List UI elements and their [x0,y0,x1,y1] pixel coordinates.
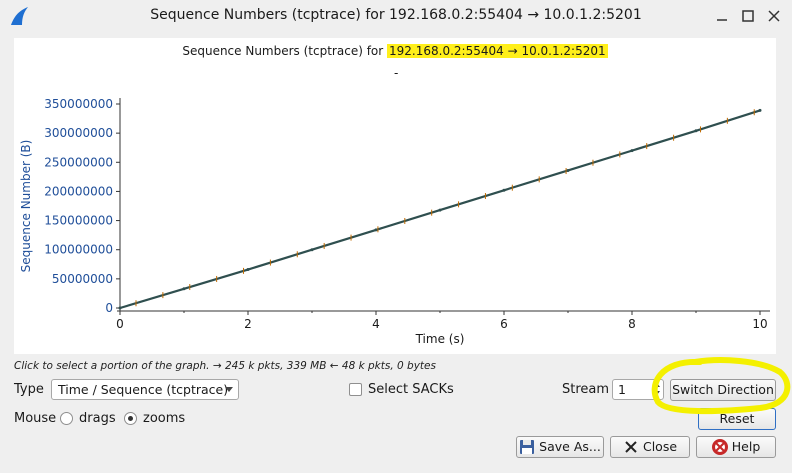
y-tick-label: 0 [105,301,113,315]
stream-value: 1 [618,382,626,397]
minimize-icon[interactable] [712,6,732,26]
y-tick-label: 200000000 [44,184,113,198]
help-label: Help [731,439,761,454]
x-tick-label: 2 [244,317,252,331]
y-tick-label: 350000000 [44,97,113,111]
title-bar: Sequence Numbers (tcptrace) for 192.168.… [0,0,792,32]
spin-up-icon[interactable] [654,383,660,387]
select-sacks-checkbox[interactable] [349,383,362,396]
y-tick-label: 100000000 [44,243,113,257]
save-as-button[interactable]: Save As... [516,436,604,458]
y-tick-label: 250000000 [44,155,113,169]
chevron-down-icon [225,387,233,392]
help-button[interactable]: Help [696,436,776,458]
graph-area[interactable]: Sequence Numbers (tcptrace) for 192.168.… [14,38,776,354]
data-point [502,188,506,192]
data-point [246,268,250,272]
mouse-label: Mouse [14,411,57,426]
data-point [694,129,698,133]
maximize-icon[interactable] [738,6,758,26]
x-tick-label: 0 [116,317,124,331]
zooms-label: zooms [143,411,186,426]
save-as-label: Save As... [539,439,601,454]
type-label: Type [14,382,44,397]
select-sacks-label: Select SACKs [368,382,454,397]
stream-label: Stream [562,382,610,397]
x-tick-label: 10 [752,317,767,331]
status-hint: Click to select a portion of the graph. … [14,360,436,372]
graph-type-value: Time / Sequence (tcptrace) [58,382,229,397]
help-lifebuoy-icon [711,438,728,455]
y-tick-label: 50000000 [52,272,113,286]
data-point [118,306,122,310]
switch-direction-button[interactable]: Switch Direction [670,379,776,401]
graph-type-select[interactable]: Time / Sequence (tcptrace) [51,379,239,400]
data-point [182,287,186,291]
x-axis-label: Time (s) [415,332,465,346]
drags-radio[interactable] [60,412,73,425]
floppy-disk-icon [520,439,535,454]
data-point [566,168,570,172]
close-label: Close [642,439,678,454]
data-point [630,149,634,153]
close-window-icon[interactable] [764,6,784,26]
y-tick-label: 150000000 [44,214,113,228]
x-tick-label: 8 [628,317,636,331]
sequence-chart[interactable]: 0 50000000 100000000 150000000 200000000 2500… [14,38,776,354]
drags-label: drags [79,411,116,426]
data-point [438,208,442,212]
data-point [374,228,378,232]
stream-spinbox[interactable]: 1 [612,379,664,400]
y-axis-label: Sequence Number (B) [19,140,33,273]
zooms-radio[interactable] [124,412,137,425]
window-title: Sequence Numbers (tcptrace) for 192.168.… [150,7,642,23]
x-tick-label: 6 [500,317,508,331]
spin-down-icon[interactable] [654,391,660,395]
data-point [758,108,762,112]
data-point [310,248,314,252]
reset-button[interactable]: Reset [698,408,776,430]
x-tick-label: 4 [372,317,380,331]
close-button[interactable]: Close [610,436,690,458]
close-x-icon [625,440,637,453]
y-tick-label: 300000000 [44,126,113,140]
